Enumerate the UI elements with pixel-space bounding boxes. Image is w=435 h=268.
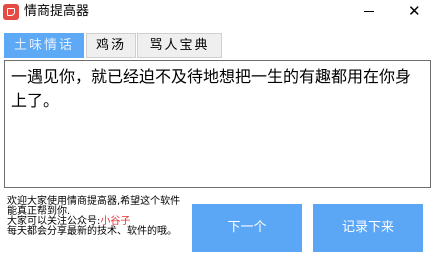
save-button[interactable]: 记录下来 [313, 204, 423, 252]
next-button[interactable]: 下一个 [192, 204, 302, 252]
quote-text: 一遇见你，就已经迫不及待地想把一生的有趣都用在你身上了。 [11, 67, 412, 110]
footer-info: 欢迎大家使用情商提高器,希望这个软件能真正帮到你. 大家可以关注公众号:小谷子 … [7, 197, 187, 237]
tab-tuwei-qinghua[interactable]: 土味情话 [4, 33, 84, 58]
tab-jitang[interactable]: 鸡汤 [86, 33, 136, 58]
app-icon [3, 4, 19, 20]
quote-textbox[interactable]: 一遇见你，就已经迫不及待地想把一生的有趣都用在你身上了。 [4, 60, 431, 188]
footer-share-text: 每天都会分享最新的技术、软件的哦。 [7, 226, 177, 237]
window-title: 情商提高器 [24, 4, 90, 19]
title-bar: 情商提高器 ✕ [0, 0, 435, 28]
minimize-icon [364, 11, 374, 12]
close-icon: ✕ [408, 2, 421, 20]
footer-welcome-text: 欢迎大家使用情商提高器,希望这个软件能真正帮到你. [7, 196, 181, 217]
tab-maren-baodian[interactable]: 骂人宝典 [137, 33, 222, 58]
minimize-button[interactable] [355, 0, 383, 22]
close-button[interactable]: ✕ [398, 0, 430, 22]
